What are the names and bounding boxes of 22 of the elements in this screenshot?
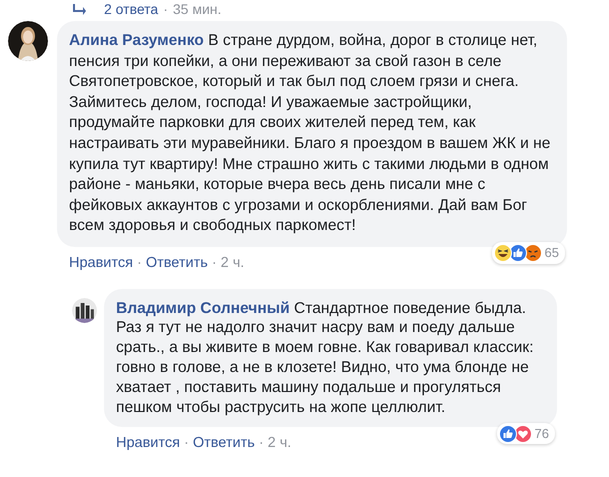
laughing-emoji-icon bbox=[494, 244, 512, 262]
separator-dot: · bbox=[163, 0, 168, 18]
comment-text: Владимир Солнечный Стандартное поведение быдла. Раз я тут не надолго значит насру вам и поеду дальше срать., а вы живите в моем говне. Как говаривал классик: говно в голове, а не в клозете! Видно, что ума блонде не хватает , поставить машину подальше и прогуляться пешком чтобы раструсить на жопе целлюлит. bbox=[116, 298, 535, 418]
separator-dot: · bbox=[258, 434, 264, 454]
timestamp: 35 мин. bbox=[172, 0, 222, 18]
reaction-count: 65 bbox=[544, 244, 559, 262]
thumbs-up-icon bbox=[498, 424, 517, 443]
action-link[interactable]: Ответить bbox=[192, 433, 255, 456]
separator-dot: · bbox=[184, 434, 189, 454]
action-link[interactable]: Нравится bbox=[69, 252, 133, 275]
timestamp: 2 ч. bbox=[268, 434, 292, 454]
angry-emoji-icon bbox=[524, 244, 542, 262]
reaction-count: 76 bbox=[534, 424, 549, 443]
timestamp: 2 ч. bbox=[220, 254, 244, 273]
replies-link[interactable]: 2 ответа bbox=[104, 0, 158, 20]
action-link[interactable]: Ответить bbox=[146, 252, 208, 275]
action-link[interactable]: Нравится bbox=[116, 433, 180, 456]
thumbs-up-icon bbox=[508, 244, 527, 262]
separator-dot: · bbox=[212, 254, 217, 273]
comment-text: Алина Разуменко В стране дурдом, война, дорог в столице нет, пенсия три копейки, а они переживают за свой газон в селе Святопетровское, который и так был под слоем грязи и снега. Займитесь делом, господа! И уважаемые застройщики, продумайте парковки для своих жителей перед тем, как настраивать эти муравейники. Благо я проездом в вашем ЖК и не купила тут квартиру! Мне страшно жить с такими людьми в одном районе - маньяки, которые вчера весь день писали мне с фейковых аккаунтов с угрозами и оскорблениями. Дай вам Бог всем здоровья и свободных паркомест! bbox=[69, 31, 552, 236]
reply-arrow-icon bbox=[73, 3, 87, 15]
separator-dot: · bbox=[136, 254, 142, 273]
